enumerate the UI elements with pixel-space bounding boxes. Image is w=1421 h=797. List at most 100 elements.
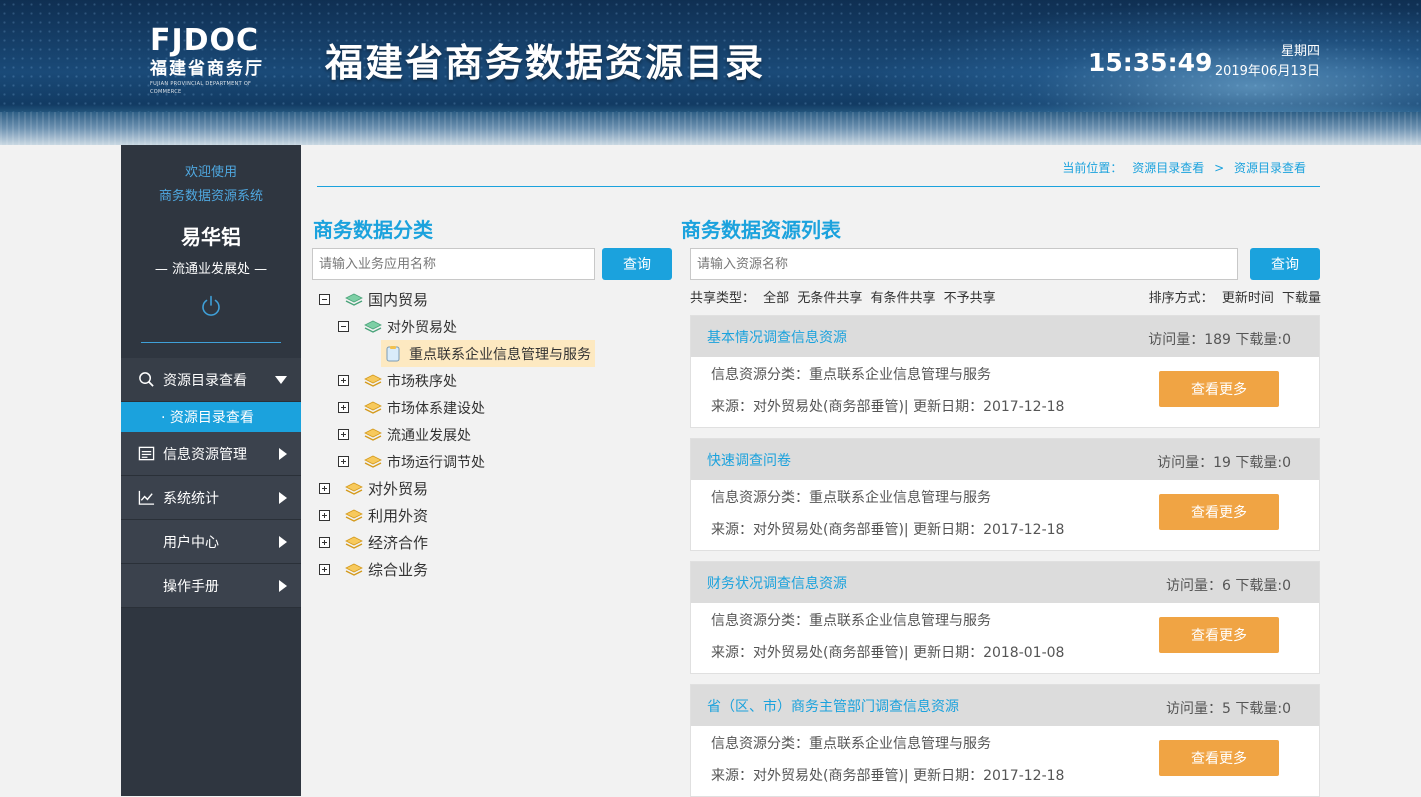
tree-node-label: 对外贸易处 [387, 319, 457, 336]
tree-node-foreign-trade-office[interactable]: 对外贸易处 [338, 313, 457, 340]
layers-icon [345, 536, 363, 549]
sidebar-item-manual[interactable]: 操作手册 [121, 564, 301, 608]
sidebar-item-label: 用户中心 [163, 534, 219, 551]
layers-icon [345, 293, 363, 306]
resource-card: 快速调查问卷 访问量：19 下载量:0 信息资源分类：重点联系企业信息管理与服务… [690, 438, 1320, 551]
sidebar-menu: 资源目录查看 · 资源目录查看 信息资源管理 系统统计 用户中心 操作手册 [121, 358, 301, 608]
resource-card: 省（区、市）商务主管部门调查信息资源 访问量：5 下载量:0 信息资源分类：重点… [690, 684, 1320, 797]
resource-list-title: 商务数据资源列表 [681, 218, 841, 242]
layers-icon [364, 401, 382, 414]
share-type-conditional[interactable]: 有条件共享 [870, 291, 935, 306]
sort-by-update-time[interactable]: 更新时间 [1222, 291, 1274, 306]
tree-node-foreign-investment[interactable]: 利用外资 [319, 502, 428, 529]
sidebar-divider [141, 342, 281, 343]
expand-icon[interactable] [319, 483, 330, 494]
tree-node-circulation[interactable]: 流通业发展处 [338, 421, 471, 448]
resource-category: 信息资源分类：重点联系企业信息管理与服务 [711, 367, 991, 383]
category-search-input[interactable] [312, 248, 595, 280]
tree-node-label: 市场运行调节处 [387, 454, 485, 471]
breadcrumb: 当前位置： 资源目录查看 > 资源目录查看 [1059, 159, 1309, 176]
expand-icon[interactable] [319, 510, 330, 521]
expand-icon[interactable] [338, 429, 349, 440]
breadcrumb-item[interactable]: 资源目录查看 [1132, 161, 1204, 175]
main-content: 当前位置： 资源目录查看 > 资源目录查看 商务数据分类 查询 国内贸易 对外贸… [301, 145, 1421, 797]
logo-name: 福建省商务厅 [150, 59, 264, 79]
share-type-label: 共享类型： [690, 291, 756, 306]
sidebar: 欢迎使用 商务数据资源系统 易华铝 — 流通业发展处 — 资源目录查看 · 资源… [121, 145, 301, 796]
logo-mark: FJDOC [150, 23, 260, 58]
site-header: FJDOC 福建省商务厅 FUJIAN PROVINCIAL DEPARTMEN… [0, 0, 1421, 145]
sidebar-subitem-resource-catalog[interactable]: · 资源目录查看 [121, 402, 301, 432]
share-type-filter: 共享类型： 全部 无条件共享 有条件共享 不予共享 [690, 287, 1000, 306]
user-name: 易华铝 [181, 225, 241, 249]
view-more-button[interactable]: 查看更多 [1159, 494, 1279, 530]
tree-node-domestic-trade[interactable]: 国内贸易 [319, 286, 428, 313]
sort-options: 排序方式： 更新时间 下载量 [1145, 287, 1321, 306]
sidebar-item-resource-catalog[interactable]: 资源目录查看 [121, 358, 301, 402]
tree-node-market-system[interactable]: 市场体系建设处 [338, 394, 485, 421]
tree-node-label: 利用外资 [368, 507, 429, 525]
caret-right-icon [279, 447, 287, 460]
share-type-none[interactable]: 不予共享 [944, 291, 996, 306]
sidebar-item-statistics[interactable]: 系统统计 [121, 476, 301, 520]
category-search-button[interactable]: 查询 [602, 248, 672, 280]
tree-node-economic-cooperation[interactable]: 经济合作 [319, 529, 428, 556]
sidebar-item-label: 系统统计 [163, 490, 219, 507]
resource-name-link[interactable]: 财务状况调查信息资源 [707, 573, 847, 593]
welcome-line-1: 欢迎使用 [184, 165, 237, 180]
tree-node-general-business[interactable]: 综合业务 [319, 556, 428, 583]
user-department: — 流通业发展处 — [154, 262, 268, 277]
resource-source: 来源：对外贸易处(商务部垂管)| 更新日期：2018-01-08 [711, 645, 1065, 661]
resource-source: 来源：对外贸易处(商务部垂管)| 更新日期：2017-12-18 [711, 768, 1065, 784]
list-icon [137, 445, 155, 463]
tree-node-foreign-trade[interactable]: 对外贸易 [319, 475, 428, 502]
sidebar-item-info-management[interactable]: 信息资源管理 [121, 432, 301, 476]
view-more-button[interactable]: 查看更多 [1159, 740, 1279, 776]
layers-icon [345, 563, 363, 576]
expand-icon[interactable] [319, 564, 330, 575]
document-icon [386, 345, 400, 361]
tree-node-market-operation[interactable]: 市场运行调节处 [338, 448, 485, 475]
tree-node-label: 市场秩序处 [387, 373, 457, 390]
resource-search-input[interactable] [690, 248, 1238, 280]
logo-english: FUJIAN PROVINCIAL DEPARTMENT OF COMMERCE [150, 81, 252, 95]
tree-node-key-enterprise-selected[interactable]: 重点联系企业信息管理与服务 [381, 340, 595, 367]
breadcrumb-item[interactable]: 资源目录查看 [1234, 161, 1306, 175]
tree-node-label: 对外贸易 [368, 480, 429, 498]
expand-icon[interactable] [338, 456, 349, 467]
logo: FJDOC 福建省商务厅 FUJIAN PROVINCIAL DEPARTMEN… [150, 23, 275, 96]
sidebar-item-user-center[interactable]: 用户中心 [121, 520, 301, 564]
resource-card-header: 快速调查问卷 访问量：19 下载量:0 [691, 439, 1319, 480]
expand-icon[interactable] [338, 402, 349, 413]
power-icon[interactable] [199, 294, 223, 318]
tree-node-label: 国内贸易 [368, 291, 429, 309]
share-type-unconditional[interactable]: 无条件共享 [797, 291, 862, 306]
tree-node-label: 流通业发展处 [387, 427, 471, 444]
view-more-button[interactable]: 查看更多 [1159, 617, 1279, 653]
layers-icon [364, 428, 382, 441]
share-type-all[interactable]: 全部 [763, 291, 789, 306]
sidebar-item-label: 信息资源管理 [163, 446, 247, 463]
resource-category: 信息资源分类：重点联系企业信息管理与服务 [711, 613, 991, 629]
expand-icon[interactable] [319, 537, 330, 548]
breadcrumb-separator: > [1214, 161, 1225, 175]
resource-card-header: 基本情况调查信息资源 访问量：189 下载量:0 [691, 316, 1319, 357]
view-more-button[interactable]: 查看更多 [1159, 371, 1279, 407]
header-divider [317, 186, 1320, 187]
resource-stats: 访问量：6 下载量:0 [1166, 578, 1291, 594]
collapse-icon[interactable] [319, 294, 330, 305]
tree-node-label: 经济合作 [368, 534, 429, 552]
collapse-icon[interactable] [338, 321, 349, 332]
resource-search-button[interactable]: 查询 [1250, 248, 1320, 280]
resource-name-link[interactable]: 快速调查问卷 [707, 450, 791, 470]
layers-icon [364, 320, 382, 333]
sort-by-downloads[interactable]: 下载量 [1282, 291, 1321, 306]
tree-node-market-order[interactable]: 市场秩序处 [338, 367, 457, 394]
resource-name-link[interactable]: 基本情况调查信息资源 [707, 327, 847, 347]
resource-name-link[interactable]: 省（区、市）商务主管部门调查信息资源 [707, 696, 959, 716]
caret-right-icon [279, 579, 287, 592]
expand-icon[interactable] [338, 375, 349, 386]
caret-down-icon [275, 375, 287, 384]
resource-source: 来源：对外贸易处(商务部垂管)| 更新日期：2017-12-18 [711, 399, 1065, 415]
header-band [0, 112, 1421, 145]
